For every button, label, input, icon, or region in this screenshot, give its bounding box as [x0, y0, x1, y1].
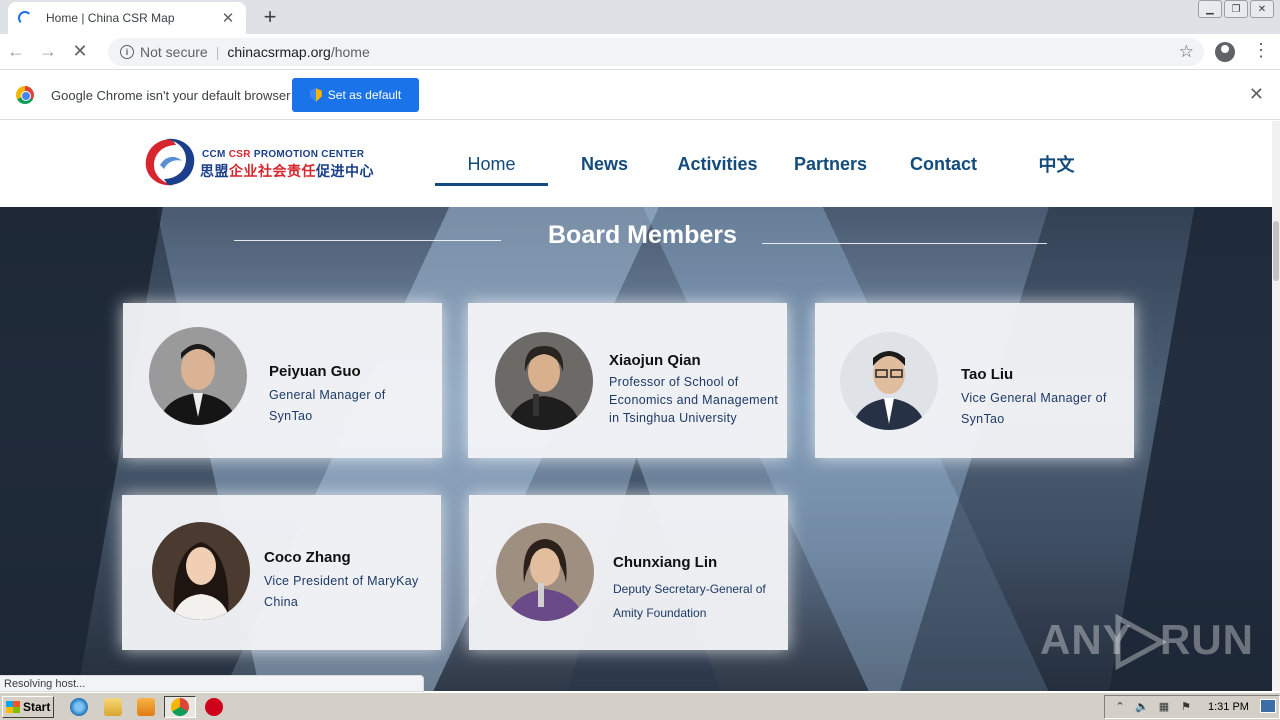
member-role: Deputy Secretary-General of Amity Founda…	[613, 582, 766, 620]
network-icon[interactable]: ▦	[1157, 700, 1171, 714]
start-label: Start	[23, 700, 51, 714]
member-photo	[496, 523, 594, 621]
new-tab-button[interactable]: +	[258, 4, 282, 30]
window-close-icon[interactable]: ✕	[1250, 0, 1274, 18]
member-role: Professor of School of Economics and Man…	[609, 375, 779, 425]
media-player-icon[interactable]	[137, 698, 155, 716]
start-button[interactable]: Start	[2, 696, 54, 718]
infobar-message: Google Chrome isn't your default browser	[51, 88, 291, 103]
windows-taskbar: Start ⌃ 🔈 ▦ ⚑ 1:31 PM	[0, 692, 1280, 720]
minimize-icon[interactable]: ▁	[1198, 0, 1222, 18]
tab-close-icon[interactable]: ✕	[220, 9, 236, 27]
nav-contact[interactable]: Contact	[887, 121, 1000, 207]
member-card[interactable]: Tao Liu Vice General Manager of SynTao	[815, 303, 1134, 458]
member-card[interactable]: Coco Zhang Vice President of MaryKay Chi…	[122, 495, 441, 650]
chrome-taskbar-icon	[171, 698, 189, 716]
browser-toolbar: ← → ✕ i Not secure | chinacsrmap.org /ho…	[0, 34, 1280, 70]
member-name: Coco Zhang	[264, 549, 351, 566]
kebab-menu-icon[interactable]: ⋮	[1252, 40, 1270, 61]
member-name: Peiyuan Guo	[269, 363, 361, 380]
member-name: Chunxiang Lin	[613, 554, 718, 571]
nav-chinese[interactable]: 中文	[1000, 121, 1113, 207]
file-explorer-icon[interactable]	[104, 698, 122, 716]
scrollbar-thumb[interactable]	[1273, 221, 1279, 281]
forward-arrow-icon[interactable]: →	[32, 41, 64, 62]
section-title: Board Members	[548, 221, 737, 249]
member-name: Xiaojun Qian	[609, 352, 701, 369]
tab-strip: Home | China CSR Map ✕ + ▁ ❐ ✕	[0, 0, 1280, 34]
member-card[interactable]: Xiaojun Qian Professor of School of Econ…	[468, 303, 787, 458]
title-divider-left	[234, 240, 501, 241]
member-card[interactable]: Peiyuan Guo General Manager of SynTao	[123, 303, 442, 458]
watermark-text-right: RUN	[1160, 616, 1254, 663]
security-label: Not secure	[140, 44, 208, 60]
chrome-logo-icon	[16, 86, 34, 104]
logo-chinese-text: 思盟企业社会责任促进中心	[200, 163, 374, 179]
opera-icon[interactable]	[205, 698, 223, 716]
member-role: Vice President of MaryKay China	[264, 574, 419, 609]
member-role: Vice General Manager of SynTao	[961, 391, 1107, 426]
site-header: CCM CSR PROMOTION CENTER 思盟企业社会责任促进中心 Ho…	[0, 121, 1272, 207]
uac-shield-icon	[309, 88, 322, 102]
restore-icon[interactable]: ❐	[1224, 0, 1248, 18]
url-path: /home	[330, 44, 370, 60]
url-host: chinacsrmap.org	[227, 44, 331, 60]
window-controls: ▁ ❐ ✕	[1198, 0, 1274, 18]
set-default-label: Set as default	[327, 88, 402, 102]
member-card[interactable]: Chunxiang Lin Deputy Secretary-General o…	[469, 495, 788, 650]
nav-home[interactable]: Home	[435, 121, 548, 207]
taskbar-clock[interactable]: 1:31 PM	[1208, 701, 1249, 713]
member-role: General Manager of SynTao	[269, 388, 386, 423]
infobar-close-icon[interactable]: ✕	[1249, 84, 1264, 105]
board-members-section: Board Members Peiyuan Guo General Manage…	[0, 207, 1272, 691]
show-desktop-icon[interactable]	[1260, 699, 1276, 713]
nav-activities[interactable]: Activities	[661, 121, 774, 207]
status-bubble: Resolving host...	[0, 675, 424, 692]
browser-tab[interactable]: Home | China CSR Map ✕	[8, 2, 246, 34]
chrome-taskbar-button[interactable]	[164, 696, 196, 718]
member-photo	[495, 332, 593, 430]
member-photo	[152, 522, 250, 620]
profile-avatar-icon[interactable]	[1215, 42, 1235, 62]
windows-logo-icon	[6, 701, 20, 713]
volume-icon[interactable]: 🔈	[1135, 700, 1149, 714]
tray-expand-icon[interactable]: ⌃	[1113, 700, 1127, 714]
system-tray: ⌃ 🔈 ▦ ⚑	[1104, 695, 1280, 719]
nav-partners[interactable]: Partners	[774, 121, 887, 207]
member-photo	[840, 332, 938, 430]
url-separator: |	[215, 44, 220, 60]
title-divider-right	[762, 243, 1047, 244]
default-browser-infobar: Google Chrome isn't your default browser…	[0, 70, 1280, 120]
main-nav: Home News Activities Partners Contact 中文	[435, 121, 1113, 207]
stop-loading-icon[interactable]: ✕	[64, 41, 96, 62]
site-logo[interactable]: CCM CSR PROMOTION CENTER 思盟企业社会责任促进中心	[142, 135, 374, 191]
anyrun-watermark: ANY RUN	[1040, 612, 1253, 672]
nav-news[interactable]: News	[548, 121, 661, 207]
logo-english-text: CCM CSR PROMOTION CENTER	[202, 149, 365, 160]
page-scrollbar[interactable]	[1272, 121, 1280, 691]
action-center-flag-icon[interactable]: ⚑	[1179, 700, 1193, 714]
bookmark-star-icon[interactable]: ☆	[1179, 42, 1194, 62]
tab-title: Home | China CSR Map	[46, 11, 175, 25]
info-icon[interactable]: i	[120, 45, 134, 59]
member-name: Tao Liu	[961, 366, 1014, 383]
member-photo	[149, 327, 247, 425]
logo-swirl-icon	[145, 138, 195, 186]
loading-spinner-icon	[18, 11, 32, 25]
internet-explorer-icon[interactable]	[70, 698, 88, 716]
back-arrow-icon[interactable]: ←	[0, 41, 32, 62]
address-bar[interactable]: i Not secure | chinacsrmap.org /home ☆	[108, 38, 1204, 66]
set-default-button[interactable]: Set as default	[292, 78, 419, 112]
